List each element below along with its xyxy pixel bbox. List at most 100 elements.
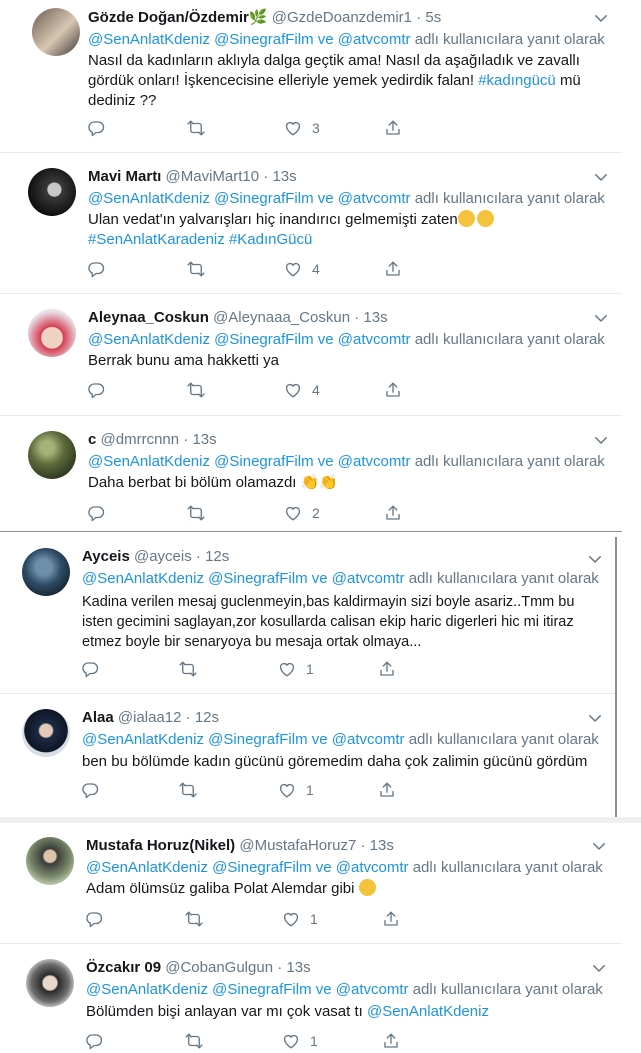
mention-link[interactable]: @atvcomtr bbox=[336, 859, 409, 876]
share-button[interactable] bbox=[382, 907, 400, 931]
mention-link[interactable]: @SinegrafFilm bbox=[214, 190, 313, 207]
reply-button[interactable] bbox=[87, 378, 105, 402]
retweet-button[interactable] bbox=[179, 778, 197, 802]
timestamp[interactable]: 12s bbox=[205, 548, 229, 565]
scrollbar[interactable] bbox=[615, 537, 617, 817]
reply-button[interactable] bbox=[81, 778, 99, 802]
share-button[interactable] bbox=[378, 657, 396, 681]
chevron-down-icon[interactable] bbox=[590, 959, 608, 977]
reply-button[interactable] bbox=[81, 657, 99, 681]
chevron-down-icon[interactable] bbox=[590, 837, 608, 855]
mention-link[interactable]: @SinegrafFilm bbox=[214, 31, 313, 48]
mention-link[interactable]: @atvcomtr bbox=[338, 453, 411, 470]
mention-link[interactable]: @SenAnlatKdeniz bbox=[82, 731, 204, 748]
retweet-button[interactable] bbox=[185, 1029, 203, 1053]
like-button[interactable]: 1 bbox=[282, 1029, 318, 1053]
avatar[interactable] bbox=[26, 837, 74, 885]
mention-link[interactable]: @SenAnlatKdeniz bbox=[88, 31, 210, 48]
mention-link[interactable]: @SenAnlatKdeniz bbox=[88, 190, 210, 207]
like-button[interactable]: 3 bbox=[284, 116, 320, 140]
chevron-down-icon[interactable] bbox=[586, 550, 604, 568]
display-name[interactable]: Özcakır 09 bbox=[86, 959, 161, 976]
chevron-down-icon[interactable] bbox=[592, 309, 610, 327]
user-handle[interactable]: @ayceis bbox=[134, 548, 192, 565]
chevron-down-icon[interactable] bbox=[592, 431, 610, 449]
mention-link[interactable]: @SenAnlatKdeniz bbox=[82, 570, 204, 587]
mention-link[interactable]: @SenAnlatKdeniz bbox=[86, 859, 208, 876]
user-handle[interactable]: @MaviMart10 bbox=[166, 168, 260, 185]
mention-link[interactable]: @atvcomtr bbox=[332, 731, 405, 748]
mention-link[interactable]: @atvcomtr bbox=[336, 981, 409, 998]
display-name[interactable]: Alaa bbox=[82, 709, 114, 726]
avatar[interactable] bbox=[32, 8, 80, 56]
mention-link[interactable]: @SinegrafFilm bbox=[212, 859, 311, 876]
mention-link[interactable]: @SenAnlatKdeniz bbox=[367, 1003, 489, 1020]
user-handle[interactable]: @MustafaHoruz7 bbox=[239, 837, 356, 854]
user-handle[interactable]: @Aleynaaa_Coskun bbox=[213, 309, 350, 326]
user-handle[interactable]: @ialaa12 bbox=[118, 709, 182, 726]
avatar[interactable] bbox=[22, 709, 70, 757]
reply-button[interactable] bbox=[87, 257, 105, 281]
user-handle[interactable]: @dmrrcnnn bbox=[101, 431, 180, 448]
tweet[interactable]: Mavi Martı @MaviMart10 · 13s @SenAnlatKd… bbox=[0, 153, 622, 293]
retweet-button[interactable] bbox=[187, 501, 205, 525]
display-name[interactable]: Mavi Martı bbox=[88, 168, 161, 185]
mention-link[interactable]: @SinegrafFilm bbox=[208, 570, 307, 587]
tweet[interactable]: Aleynaa_Coskun @Aleynaaa_Coskun · 13s @S… bbox=[0, 294, 622, 414]
chevron-down-icon[interactable] bbox=[592, 168, 610, 186]
mention-link[interactable]: @SenAnlatKdeniz bbox=[88, 331, 210, 348]
like-button[interactable]: 1 bbox=[278, 778, 314, 802]
chevron-down-icon[interactable] bbox=[592, 9, 610, 27]
timestamp[interactable]: 13s bbox=[363, 309, 387, 326]
user-handle[interactable]: @CobanGulgun bbox=[165, 959, 273, 976]
like-button[interactable]: 4 bbox=[284, 257, 320, 281]
reply-button[interactable] bbox=[87, 501, 105, 525]
chevron-down-icon[interactable] bbox=[586, 709, 604, 727]
timestamp[interactable]: 12s bbox=[195, 709, 219, 726]
tweet[interactable]: Özcakır 09 @CobanGulgun · 13s @SenAnlatK… bbox=[0, 944, 622, 1047]
timestamp[interactable]: 13s bbox=[286, 959, 310, 976]
timestamp[interactable]: 13s bbox=[272, 168, 296, 185]
timestamp[interactable]: 13s bbox=[192, 431, 216, 448]
avatar[interactable] bbox=[28, 431, 76, 479]
mention-link[interactable]: @SenAnlatKdeniz bbox=[86, 981, 208, 998]
retweet-button[interactable] bbox=[187, 257, 205, 281]
reply-button[interactable] bbox=[85, 907, 103, 931]
share-button[interactable] bbox=[384, 116, 402, 140]
retweet-button[interactable] bbox=[179, 657, 197, 681]
display-name[interactable]: Ayceis bbox=[82, 548, 130, 565]
mention-link[interactable]: @SinegrafFilm bbox=[214, 331, 313, 348]
share-button[interactable] bbox=[378, 778, 396, 802]
tweet[interactable]: Gözde Doğan/Özdemir🌿 @GzdeDoanzdemir1 · … bbox=[0, 0, 622, 152]
share-button[interactable] bbox=[384, 257, 402, 281]
mention-link[interactable]: @SinegrafFilm bbox=[208, 731, 307, 748]
avatar[interactable] bbox=[26, 959, 74, 1007]
mention-link[interactable]: @SenAnlatKdeniz bbox=[88, 453, 210, 470]
mention-link[interactable]: @SinegrafFilm bbox=[212, 981, 311, 998]
retweet-button[interactable] bbox=[187, 378, 205, 402]
tweet[interactable]: Ayceis @ayceis · 12s @SenAnlatKdeniz @Si… bbox=[0, 537, 615, 691]
like-button[interactable]: 1 bbox=[278, 657, 314, 681]
like-button[interactable]: 4 bbox=[284, 378, 320, 402]
user-handle[interactable]: @GzdeDoanzdemir1 bbox=[272, 9, 412, 26]
timestamp[interactable]: 5s bbox=[425, 9, 441, 26]
display-name[interactable]: Mustafa Horuz(Nikel) bbox=[86, 837, 235, 854]
share-button[interactable] bbox=[384, 378, 402, 402]
mention-link[interactable]: @atvcomtr bbox=[332, 570, 405, 587]
avatar[interactable] bbox=[22, 548, 70, 596]
avatar[interactable] bbox=[28, 168, 76, 216]
reply-button[interactable] bbox=[87, 116, 105, 140]
display-name[interactable]: Gözde Doğan/Özdemir bbox=[88, 9, 249, 26]
retweet-button[interactable] bbox=[187, 116, 205, 140]
mention-link[interactable]: @atvcomtr bbox=[338, 331, 411, 348]
share-button[interactable] bbox=[382, 1029, 400, 1053]
tweet[interactable]: Mustafa Horuz(Nikel) @MustafaHoruz7 · 13… bbox=[0, 824, 622, 942]
hashtag-link[interactable]: #SenAnlatKaradeniz bbox=[88, 231, 225, 248]
reply-button[interactable] bbox=[85, 1029, 103, 1053]
hashtag-link[interactable]: #KadınGücü bbox=[229, 231, 312, 248]
retweet-button[interactable] bbox=[185, 907, 203, 931]
display-name[interactable]: c bbox=[88, 431, 96, 448]
tweet[interactable]: Alaa @ialaa12 · 12s @SenAnlatKdeniz @Sin… bbox=[0, 694, 615, 812]
tweet[interactable]: c @dmrrcnnn · 13s @SenAnlatKdeniz @Sineg… bbox=[0, 416, 622, 531]
hashtag-link[interactable]: #kadıngücü bbox=[478, 72, 556, 89]
